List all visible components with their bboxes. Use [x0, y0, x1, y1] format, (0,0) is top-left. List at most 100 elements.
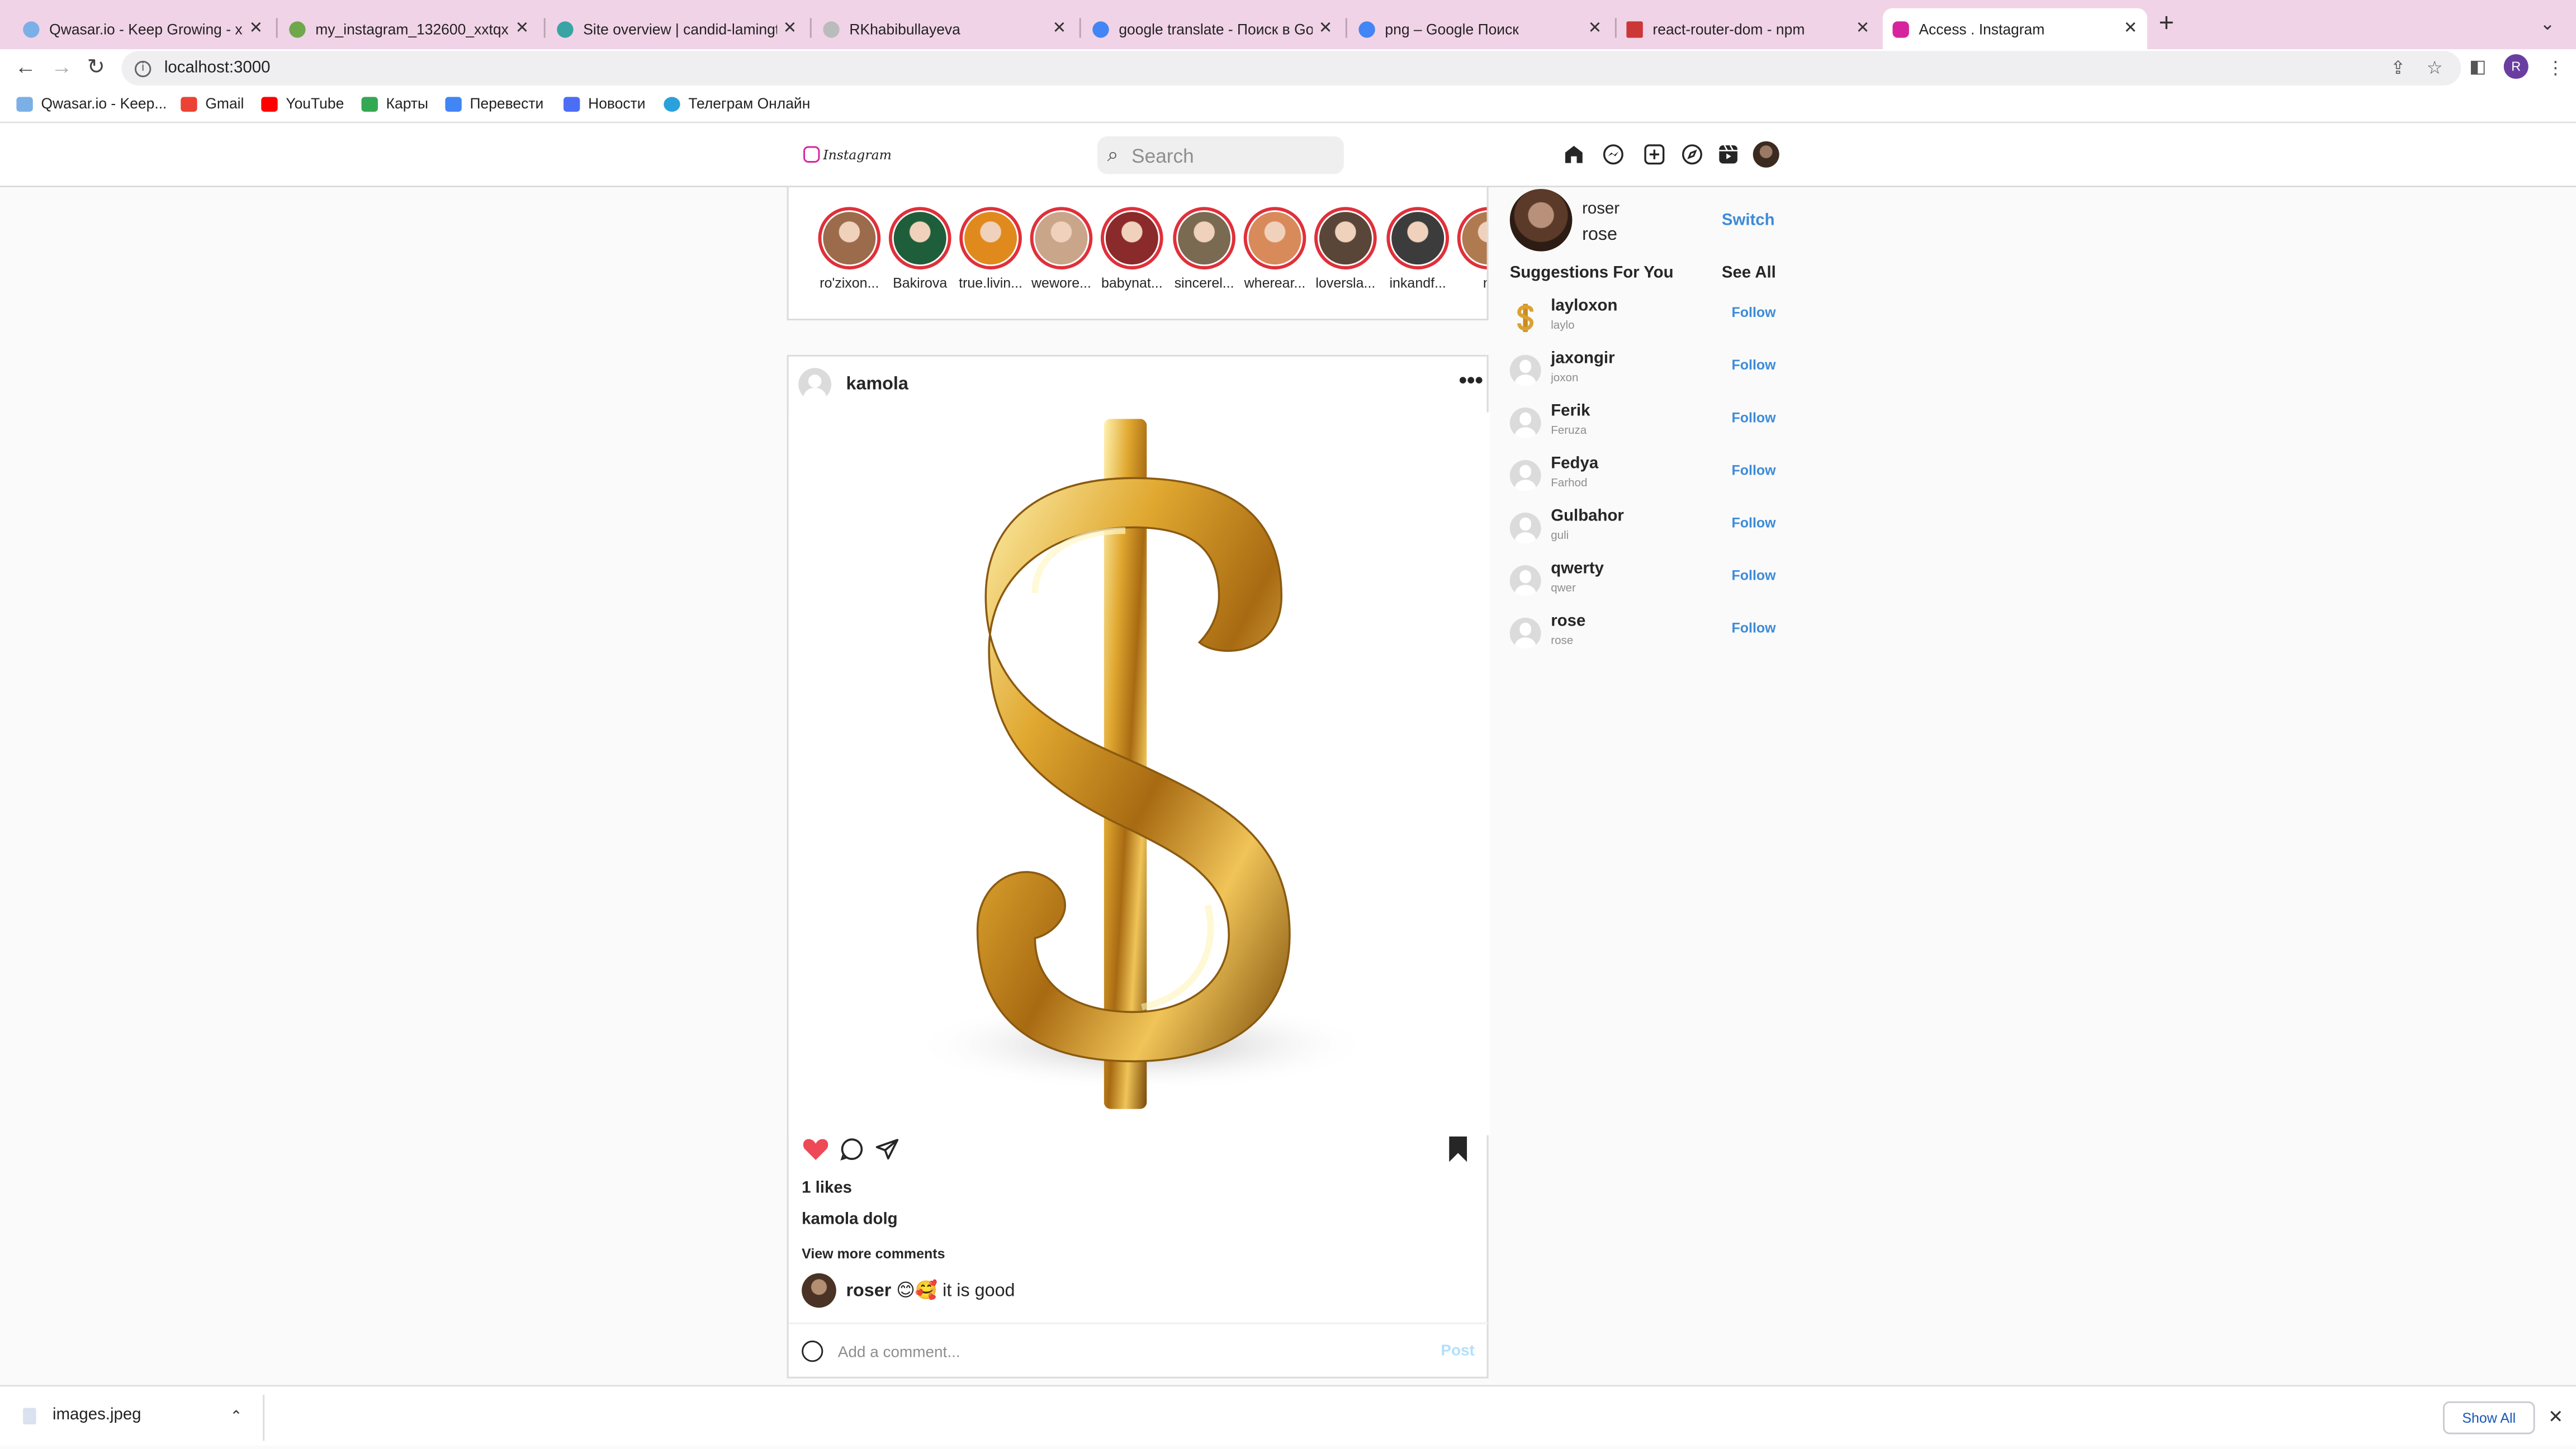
- suggestion-avatar[interactable]: [1509, 512, 1541, 544]
- story-item[interactable]: ni: [1454, 207, 1487, 291]
- download-item[interactable]: images.jpeg: [23, 1407, 141, 1424]
- browser-menu-icon[interactable]: ⋮: [2546, 58, 2564, 79]
- emoji-smile-icon[interactable]: [802, 1341, 823, 1362]
- show-all-downloads-button[interactable]: Show All: [2442, 1401, 2535, 1434]
- close-tab-icon[interactable]: ✕: [1053, 20, 1067, 37]
- story-item[interactable]: true.livin...: [956, 207, 1025, 291]
- suggestion-avatar-dollar[interactable]: [1510, 302, 1541, 334]
- browser-profile-avatar[interactable]: R: [2503, 54, 2528, 79]
- suggestion-avatar[interactable]: [1509, 565, 1541, 596]
- browser-tab-active[interactable]: Access . Instagram ✕: [1882, 8, 2148, 50]
- browser-tab[interactable]: google translate - Поиск в Goo ✕: [1083, 8, 1342, 49]
- suggestion-avatar[interactable]: [1509, 617, 1541, 649]
- share-icon[interactable]: ⇪: [2390, 58, 2405, 79]
- add-comment-input[interactable]: [837, 1339, 1396, 1366]
- bookmark-gmail[interactable]: Gmail: [181, 95, 244, 112]
- post-author-username[interactable]: kamola: [846, 375, 908, 394]
- close-tab-icon[interactable]: ✕: [515, 20, 529, 37]
- share-send-icon[interactable]: [874, 1137, 900, 1162]
- story-item[interactable]: wewore...: [1027, 207, 1096, 291]
- see-all-link[interactable]: See All: [1722, 264, 1776, 282]
- current-user-username[interactable]: roser: [1582, 201, 1620, 219]
- address-bar[interactable]: i localhost:3000: [121, 51, 2461, 86]
- bookmark-save-icon[interactable]: [1447, 1135, 1469, 1163]
- suggestion-avatar[interactable]: [1509, 460, 1541, 491]
- commenter-avatar[interactable]: [802, 1273, 836, 1308]
- explore-compass-icon[interactable]: [1680, 143, 1703, 166]
- comment-icon[interactable]: [840, 1137, 864, 1162]
- current-user-name: rose: [1582, 225, 1617, 245]
- forward-arrow-icon[interactable]: →: [51, 54, 72, 79]
- close-tab-icon[interactable]: ✕: [2124, 20, 2138, 37]
- follow-button[interactable]: Follow: [1731, 567, 1775, 583]
- follow-button[interactable]: Follow: [1731, 409, 1775, 425]
- home-icon[interactable]: [1562, 143, 1585, 166]
- search-input[interactable]: ⌕ Search: [1097, 136, 1344, 174]
- suggestion-username[interactable]: rose: [1551, 613, 1585, 631]
- view-more-comments-link[interactable]: View more comments: [802, 1246, 945, 1262]
- story-item[interactable]: ro'zixon...: [815, 207, 884, 291]
- close-tab-icon[interactable]: ✕: [783, 20, 797, 37]
- suggestion-username[interactable]: Fedya: [1551, 455, 1598, 473]
- browser-tab[interactable]: my_instagram_132600_xxtqxm ✕: [280, 8, 539, 49]
- story-item[interactable]: sincerel...: [1169, 207, 1238, 291]
- reload-icon[interactable]: ↻: [87, 54, 105, 80]
- bookmark-star-icon[interactable]: ☆: [2427, 58, 2443, 79]
- instagram-logo[interactable]: Instagram: [803, 146, 892, 163]
- bookmark-maps[interactable]: Карты: [361, 95, 428, 112]
- tab-title: Qwasar.io - Keep Growing - xa: [49, 20, 243, 37]
- like-heart-icon[interactable]: [802, 1135, 830, 1162]
- browser-tab[interactable]: png – Google Поиск ✕: [1349, 8, 1612, 49]
- telegram-icon: [664, 96, 680, 111]
- close-tab-icon[interactable]: ✕: [1588, 20, 1602, 37]
- follow-button[interactable]: Follow: [1731, 619, 1775, 636]
- bookmark-qwasar[interactable]: Qwasar.io - Keep...: [16, 95, 167, 112]
- commenter-username[interactable]: roser: [846, 1281, 891, 1300]
- story-item[interactable]: inkandf...: [1383, 207, 1452, 291]
- bookmark-news[interactable]: Новости: [564, 95, 645, 112]
- new-post-icon[interactable]: [1643, 143, 1666, 166]
- bookmark-youtube[interactable]: YouTube: [261, 95, 344, 112]
- follow-button[interactable]: Follow: [1731, 357, 1775, 373]
- suggestion-username[interactable]: Ferik: [1551, 402, 1590, 420]
- close-tab-icon[interactable]: ✕: [1856, 20, 1870, 37]
- suggestion-username[interactable]: qwerty: [1551, 560, 1604, 578]
- new-tab-button[interactable]: +: [2159, 10, 2174, 40]
- browser-tab[interactable]: Qwasar.io - Keep Growing - xa ✕: [13, 8, 273, 49]
- follow-button[interactable]: Follow: [1731, 304, 1775, 320]
- suggestion-item: qwerty qwer Follow: [1509, 560, 1789, 606]
- browser-tab[interactable]: react-router-dom - npm ✕: [1617, 8, 1879, 49]
- suggestion-avatar[interactable]: [1509, 354, 1541, 386]
- suggestion-username[interactable]: jaxongir: [1551, 350, 1614, 368]
- browser-tab[interactable]: RKhabibullayeva ✕: [813, 8, 1076, 49]
- post-author-avatar[interactable]: [798, 368, 832, 401]
- bookmark-telegram[interactable]: Телеграм Онлайн: [664, 95, 810, 112]
- bookmark-translate[interactable]: Перевести: [445, 95, 543, 112]
- back-arrow-icon[interactable]: ←: [15, 54, 36, 79]
- story-item[interactable]: wherear...: [1240, 207, 1309, 291]
- story-item[interactable]: Bakirova: [886, 207, 954, 291]
- current-user-avatar[interactable]: [1509, 188, 1573, 252]
- more-options-icon[interactable]: •••: [1459, 366, 1483, 392]
- story-item[interactable]: babynat...: [1097, 207, 1166, 291]
- close-tab-icon[interactable]: ✕: [1319, 20, 1333, 37]
- suggestion-username[interactable]: Gulbahor: [1551, 508, 1624, 525]
- close-tab-icon[interactable]: ✕: [249, 20, 263, 37]
- side-panel-icon[interactable]: ◧: [2469, 56, 2487, 77]
- chevron-up-icon[interactable]: ⌃: [230, 1408, 242, 1426]
- follow-button[interactable]: Follow: [1731, 514, 1775, 531]
- switch-account-button[interactable]: Switch: [1722, 212, 1775, 230]
- browser-tab[interactable]: Site overview | candid-lamingt ✕: [547, 8, 807, 49]
- post-comment-button[interactable]: Post: [1441, 1342, 1475, 1360]
- suggestion-avatar[interactable]: [1509, 407, 1541, 439]
- messenger-icon[interactable]: [1602, 143, 1625, 166]
- profile-avatar[interactable]: [1753, 141, 1779, 168]
- site-info-icon[interactable]: i: [134, 60, 151, 77]
- post-image[interactable]: [788, 412, 1490, 1135]
- follow-button[interactable]: Follow: [1731, 462, 1775, 478]
- tab-search-chevron-icon[interactable]: ⌄: [2540, 13, 2555, 34]
- reels-icon[interactable]: [1717, 143, 1740, 166]
- suggestion-username[interactable]: layloxon: [1551, 297, 1617, 315]
- story-item[interactable]: loversla...: [1311, 207, 1380, 291]
- close-downloads-icon[interactable]: ✕: [2548, 1407, 2563, 1428]
